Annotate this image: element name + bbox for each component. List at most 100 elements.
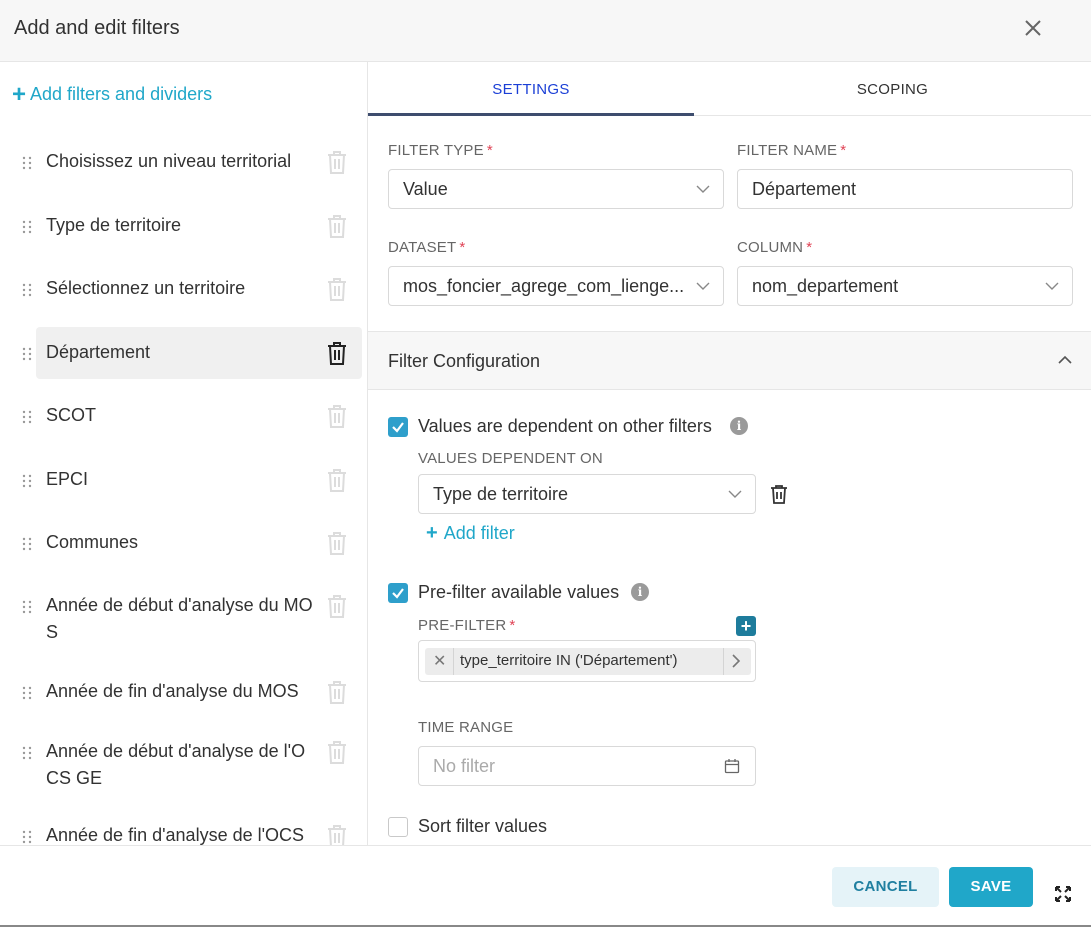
modal-header: Add and edit filters xyxy=(0,0,1091,62)
column-label: COLUMN * xyxy=(737,239,813,256)
trash-icon[interactable] xyxy=(326,739,348,765)
pill-divider xyxy=(723,648,724,675)
required-mark: * xyxy=(806,239,813,256)
trash-icon[interactable] xyxy=(326,340,348,366)
sidebar-filter-label: Année de fin d'analyse de l'OCS xyxy=(46,825,305,845)
trash-icon[interactable] xyxy=(326,679,348,705)
drag-handle-icon[interactable] xyxy=(22,156,32,170)
filter-name-label: FILTER NAME * xyxy=(737,142,847,159)
drag-handle-icon[interactable] xyxy=(22,686,32,700)
chevron-right-icon[interactable] xyxy=(731,654,741,668)
drag-handle-icon[interactable] xyxy=(22,746,32,760)
time-range-placeholder: No filter xyxy=(433,756,496,776)
remove-icon[interactable]: ✕ xyxy=(433,651,446,671)
info-icon[interactable]: i xyxy=(631,583,649,601)
sidebar-filter-item[interactable]: Année de début d'analyse du MO S xyxy=(10,592,362,642)
drag-handle-icon[interactable] xyxy=(22,283,32,297)
sidebar-filter-item[interactable]: Communes xyxy=(10,529,362,579)
required-mark: * xyxy=(840,142,847,159)
sort-values-checkbox[interactable] xyxy=(388,817,408,837)
chevron-down-icon xyxy=(696,185,710,193)
sidebar-filter-label: Communes xyxy=(46,532,139,552)
prefilter-checkbox[interactable] xyxy=(388,583,408,603)
trash-icon[interactable] xyxy=(326,530,348,556)
sidebar-filter-item[interactable]: Département xyxy=(22,327,362,379)
trash-icon[interactable] xyxy=(326,593,348,619)
info-icon[interactable]: i xyxy=(730,417,748,435)
cancel-button[interactable]: CANCEL xyxy=(832,867,939,907)
values-dependent-on-select[interactable]: Type de territoire xyxy=(418,474,756,514)
sidebar-filter-item[interactable]: Type de territoire xyxy=(10,212,362,262)
pill-divider xyxy=(453,648,454,675)
checkmark-icon xyxy=(392,422,404,433)
trash-icon[interactable] xyxy=(326,403,348,429)
sidebar-filter-item[interactable]: SCOT xyxy=(10,402,362,452)
column-select[interactable]: nom_departement xyxy=(737,266,1073,306)
dataset-label: DATASET * xyxy=(388,239,466,256)
modal-footer: CANCEL SAVE xyxy=(0,845,1091,927)
sidebar-filter-label: Année de début d'analyse du MO S xyxy=(46,595,313,642)
drag-handle-icon[interactable] xyxy=(22,830,32,844)
drag-handle-icon[interactable] xyxy=(22,410,32,424)
time-range-label: TIME RANGE xyxy=(418,719,514,736)
filter-configuration-header[interactable]: Filter Configuration xyxy=(368,331,1091,390)
sort-values-label: Sort filter values xyxy=(418,816,548,836)
prefilter-pill[interactable]: ✕ type_territoire IN ('Département') xyxy=(425,648,751,675)
chevron-down-icon xyxy=(728,490,742,498)
sidebar-filter-label: Année de fin d'analyse du MOS xyxy=(46,681,299,701)
trash-icon[interactable] xyxy=(326,149,348,175)
drag-handle-icon[interactable] xyxy=(22,220,32,234)
sidebar-filter-label: Département xyxy=(46,342,151,362)
expand-icon[interactable] xyxy=(1054,885,1072,903)
sidebar-filter-label: Type de territoire xyxy=(46,215,182,235)
filter-name-input[interactable]: Département xyxy=(737,169,1073,209)
sidebar-filter-item[interactable]: Choisissez un niveau territorial xyxy=(10,148,362,198)
sidebar-filter-label: EPCI xyxy=(46,469,89,489)
sidebar-filter-item[interactable]: Année de fin d'analyse de l'OCS xyxy=(10,822,362,845)
required-mark: * xyxy=(509,617,516,634)
trash-icon[interactable] xyxy=(326,823,348,845)
tab-settings[interactable]: SETTINGS xyxy=(368,62,694,116)
tab-scoping[interactable]: SCOPING xyxy=(694,62,1091,116)
trash-icon[interactable] xyxy=(326,276,348,302)
plus-icon: + xyxy=(426,522,438,544)
add-filters-dividers-button[interactable]: + Add filters and dividers xyxy=(12,80,213,108)
chevron-down-icon xyxy=(696,282,710,290)
sidebar-filter-label: Sélectionnez un territoire xyxy=(46,278,246,298)
filter-type-label: FILTER TYPE * xyxy=(388,142,493,159)
add-prefilter-button[interactable]: + xyxy=(736,616,756,636)
filter-settings-panel: SETTINGS SCOPING FILTER TYPE * Value FILT… xyxy=(368,62,1091,845)
dataset-select[interactable]: mos_foncier_agrege_com_lienge... xyxy=(388,266,724,306)
filter-configuration-title: Filter Configuration xyxy=(388,351,541,371)
drag-handle-icon[interactable] xyxy=(22,537,32,551)
time-range-select[interactable]: No filter xyxy=(418,746,756,786)
filter-name-value: Département xyxy=(752,179,857,199)
sidebar-filter-item[interactable]: Année de début d'analyse de l'O CS GE xyxy=(10,738,362,788)
close-icon[interactable] xyxy=(1019,14,1047,42)
sidebar-filter-item[interactable]: EPCI xyxy=(10,466,362,516)
sidebar-filter-item[interactable]: Sélectionnez un territoire xyxy=(10,275,362,325)
plus-icon: + xyxy=(12,80,27,108)
drag-handle-icon[interactable] xyxy=(22,600,32,614)
trash-icon[interactable] xyxy=(326,467,348,493)
prefilter-label: Pre-filter available values xyxy=(418,582,620,602)
trash-icon[interactable] xyxy=(326,213,348,239)
drag-handle-icon[interactable] xyxy=(22,474,32,488)
filter-type-value: Value xyxy=(403,179,448,199)
filter-type-select[interactable]: Value xyxy=(388,169,724,209)
save-button[interactable]: SAVE xyxy=(949,867,1033,907)
dependent-values-checkbox[interactable] xyxy=(388,417,408,437)
trash-icon[interactable] xyxy=(768,483,790,505)
chevron-up-icon[interactable] xyxy=(1058,355,1072,365)
sidebar-filter-item[interactable]: Année de fin d'analyse du MOS xyxy=(10,678,362,728)
modal-title: Add and edit filters xyxy=(14,17,180,39)
add-filter-button[interactable]: + Add filter xyxy=(426,522,515,545)
prefilter-field-label: PRE-FILTER * xyxy=(418,617,516,634)
tab-bar: SETTINGS SCOPING xyxy=(368,62,1091,116)
values-dependent-on-label: VALUES DEPENDENT ON xyxy=(418,450,603,467)
drag-handle-icon[interactable] xyxy=(22,347,32,361)
prefilter-pill-label: type_territoire IN ('Département') xyxy=(460,652,678,669)
sidebar-filter-label: Choisissez un niveau territorial xyxy=(46,151,292,171)
add-filters-dividers-label: Add filters and dividers xyxy=(30,84,213,104)
required-mark: * xyxy=(486,142,493,159)
